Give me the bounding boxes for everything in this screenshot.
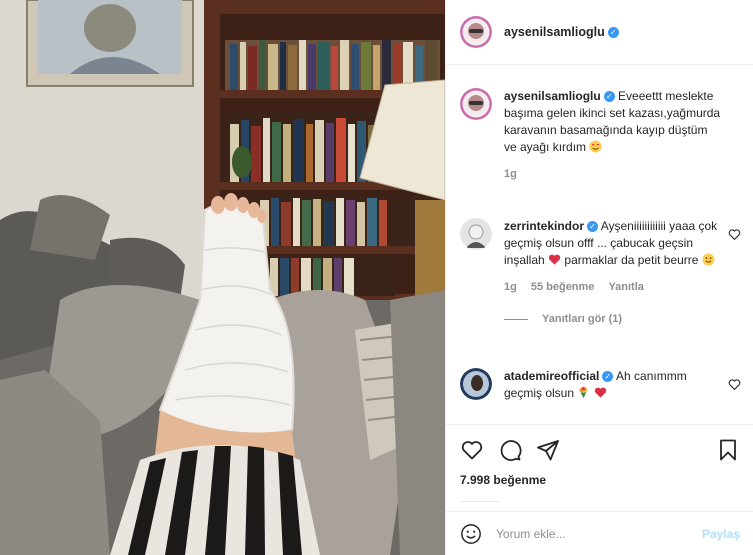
view-replies-button[interactable]: Yanıtları gör (1) xyxy=(504,311,723,328)
action-icons-row xyxy=(460,431,740,469)
comment-item: zerrintekindor ✓ Ayşeniiiiiiiiiiii yaaa ç… xyxy=(460,218,745,328)
verified-badge-icon: ✓ xyxy=(603,91,615,102)
post-header: aysenilsamlioglu ✓ xyxy=(446,0,753,65)
comment-input[interactable] xyxy=(496,526,702,541)
comment-composer: Paylaş xyxy=(446,511,753,555)
post-actions: 7.998 beğenme xyxy=(446,424,753,502)
red-heart-emoji-icon xyxy=(594,387,606,398)
comment-bubble-icon[interactable] xyxy=(498,438,522,462)
verified-badge-icon: ✓ xyxy=(607,26,619,38)
author-avatar[interactable] xyxy=(460,16,492,48)
comment-username[interactable]: zerrintekindor xyxy=(504,219,584,233)
reply-button[interactable]: Yanıtla xyxy=(608,279,643,296)
like-comment-heart-icon[interactable] xyxy=(728,228,741,241)
photo-illustration xyxy=(0,0,445,555)
timestamp-placeholder xyxy=(460,501,500,502)
verified-badge-icon: ✓ xyxy=(587,221,599,232)
comments-list[interactable]: aysenilsamlioglu ✓ Eveeettt meslekte başı… xyxy=(446,66,753,424)
striped-trousers xyxy=(110,445,320,555)
post-side-panel: aysenilsamlioglu ✓ aysenilsamlioglu ✓ Eve… xyxy=(445,0,753,555)
caption-avatar[interactable] xyxy=(460,88,492,120)
caption-time[interactable]: 1g xyxy=(504,166,517,183)
comment-body: zerrintekindor ✓ Ayşeniiiiiiiiiiii yaaa ç… xyxy=(504,218,745,328)
emoji-picker-icon[interactable] xyxy=(460,523,482,545)
replies-divider xyxy=(504,319,528,320)
like-comment-heart-icon[interactable] xyxy=(728,378,741,391)
red-heart-emoji-icon xyxy=(548,254,561,265)
caption-comment: aysenilsamlioglu ✓ Eveeettt meslekte başı… xyxy=(460,88,745,183)
comment-text-continued: parmaklar da petit beurre xyxy=(564,253,699,267)
post-photo[interactable] xyxy=(0,0,445,555)
likes-count[interactable]: 7.998 beğenme xyxy=(460,473,740,487)
caption-meta: 1g xyxy=(504,166,723,183)
bouquet-emoji-icon xyxy=(579,386,589,399)
caption-body: aysenilsamlioglu ✓ Eveeettt meslekte başı… xyxy=(504,88,745,183)
comment-time[interactable]: 1g xyxy=(504,279,517,296)
commenter-avatar[interactable] xyxy=(460,218,492,250)
comment-likes[interactable]: 55 beğenme xyxy=(531,279,595,296)
heart-eyes-emoji-icon xyxy=(589,140,602,153)
verified-badge-icon: ✓ xyxy=(602,371,614,382)
comment-meta: 1g 55 beğenme Yanıtla xyxy=(504,279,723,296)
post-comment-button[interactable]: Paylaş xyxy=(702,527,740,541)
smiling-face-emoji-icon xyxy=(702,253,715,266)
comment-username[interactable]: atademireofficial xyxy=(504,369,599,383)
books-row-4 xyxy=(265,256,395,296)
share-paper-plane-icon[interactable] xyxy=(536,438,560,462)
view-replies-label: Yanıtları gör (1) xyxy=(542,313,623,325)
comment-item: atademireofficial ✓ Ah canımmm geçmiş ols… xyxy=(460,368,745,402)
caption-username[interactable]: aysenilsamlioglu xyxy=(504,89,601,103)
comment-body: atademireofficial ✓ Ah canımmm geçmiş ols… xyxy=(504,368,745,402)
books-row-1 xyxy=(225,40,440,90)
like-heart-icon[interactable] xyxy=(460,438,484,462)
save-bookmark-icon[interactable] xyxy=(716,438,740,462)
author-username[interactable]: aysenilsamlioglu xyxy=(504,25,605,39)
commenter-avatar[interactable] xyxy=(460,368,492,400)
instagram-post-view: aysenilsamlioglu ✓ aysenilsamlioglu ✓ Eve… xyxy=(0,0,753,555)
